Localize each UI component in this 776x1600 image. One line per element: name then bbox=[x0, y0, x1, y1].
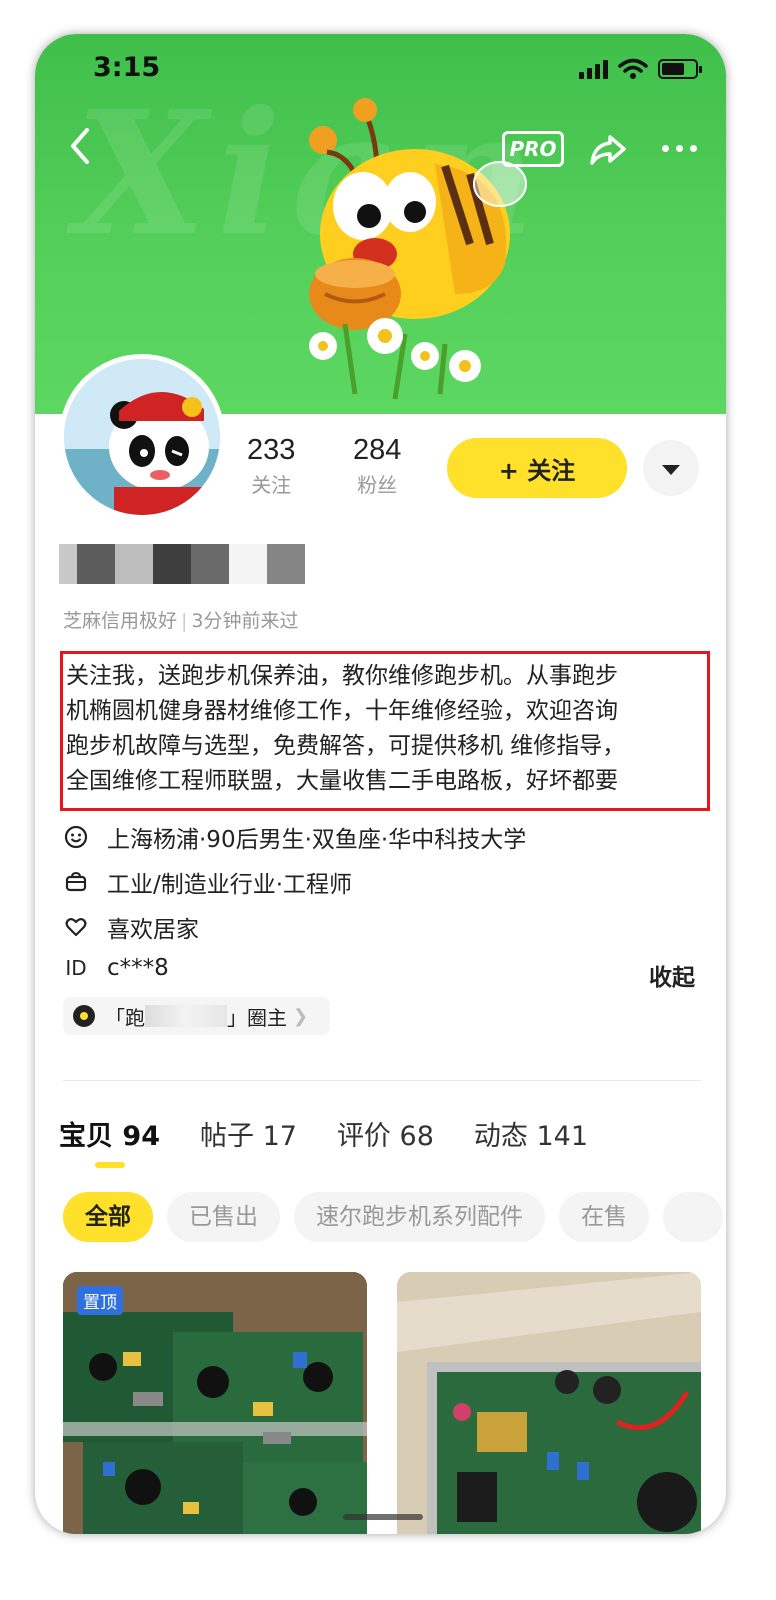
circle-tag-prefix: 「跑 bbox=[105, 1005, 145, 1030]
last-seen: 3分钟前来过 bbox=[191, 610, 299, 632]
follow-button[interactable]: + 关注 bbox=[447, 438, 627, 498]
following-count: 233 bbox=[247, 434, 296, 466]
status-time: 3:15 bbox=[93, 52, 161, 83]
divider bbox=[63, 1080, 701, 1081]
chevron-right-icon: ❯ bbox=[293, 1005, 309, 1027]
nickname-redacted bbox=[59, 544, 309, 584]
dropdown-button[interactable] bbox=[643, 440, 699, 496]
pinned-badge: 置顶 bbox=[77, 1286, 123, 1315]
chip-sold[interactable]: 已售出 bbox=[167, 1192, 280, 1242]
circle-icon bbox=[73, 1005, 95, 1027]
circle-tag-suffix: 」圈主 bbox=[227, 1005, 287, 1030]
phone-screen: Xian 3:15 PRO 233 关注 284 粉丝 + 关注 芝麻信用极好 … bbox=[35, 34, 726, 1534]
content-tabs: 宝贝 94 帖子 17 评价 68 动态 141 bbox=[59, 1114, 588, 1153]
bio-text: 关注我，送跑步机保养油，教你维修跑步机。从事跑步 机椭圆机健身器材维修工作，十年… bbox=[60, 651, 710, 811]
briefcase-icon bbox=[63, 869, 89, 895]
wifi-icon bbox=[618, 58, 648, 79]
followers-count: 284 bbox=[353, 434, 402, 466]
product-card[interactable] bbox=[397, 1272, 701, 1534]
followers-label: 粉丝 bbox=[357, 473, 398, 497]
bio-line: 机椭圆机健身器材维修工作，十年维修经验，欢迎咨询 bbox=[66, 698, 618, 724]
profile-info-text: 上海杨浦·90后男生·双鱼座·华中科技大学 bbox=[107, 827, 527, 853]
avatar[interactable] bbox=[59, 354, 225, 520]
circuit-board-photo bbox=[397, 1272, 701, 1534]
heart-icon bbox=[63, 914, 89, 940]
tab-activity[interactable]: 动态 141 bbox=[474, 1114, 588, 1153]
followers-stat[interactable]: 284 粉丝 bbox=[353, 434, 401, 498]
id-label: ID bbox=[65, 956, 87, 980]
hobby-info-row: 喜欢居家 bbox=[63, 910, 199, 944]
hobby-info-text: 喜欢居家 bbox=[107, 917, 199, 943]
more-options-icon[interactable] bbox=[662, 138, 702, 158]
following-label: 关注 bbox=[251, 473, 292, 497]
status-icons bbox=[579, 56, 702, 82]
circle-owner-tag[interactable]: 「跑 」圈主 ❯ bbox=[63, 997, 331, 1035]
back-arrow-icon[interactable] bbox=[65, 126, 95, 166]
id-info-row: ID c***8 bbox=[63, 955, 169, 981]
circle-name-redacted bbox=[145, 1005, 227, 1027]
tab-posts[interactable]: 帖子 17 bbox=[200, 1114, 297, 1153]
smiley-icon bbox=[63, 824, 89, 850]
industry-info-row: 工业/制造业行业·工程师 bbox=[63, 865, 352, 899]
chip-more[interactable] bbox=[663, 1192, 723, 1242]
product-card[interactable]: 置顶 bbox=[63, 1272, 367, 1534]
following-stat[interactable]: 233 关注 bbox=[247, 434, 295, 498]
chip-all[interactable]: 全部 bbox=[63, 1192, 153, 1242]
credit-line: 芝麻信用极好 | 3分钟前来过 bbox=[63, 610, 299, 632]
bio-line: 关注我，送跑步机保养油，教你维修跑步机。从事跑步 bbox=[66, 663, 618, 689]
bio-line: 跑步机故障与选型，免费解答，可提供移机 维修指导， bbox=[66, 733, 626, 759]
panda-avatar-icon bbox=[64, 359, 220, 515]
tab-items[interactable]: 宝贝 94 bbox=[59, 1114, 160, 1153]
chip-category[interactable]: 速尔跑步机系列配件 bbox=[294, 1192, 545, 1242]
pro-badge[interactable]: PRO bbox=[502, 131, 564, 167]
filter-chips: 全部 已售出 速尔跑步机系列配件 在售 bbox=[63, 1192, 723, 1242]
battery-icon bbox=[658, 59, 702, 79]
share-icon[interactable] bbox=[588, 129, 628, 169]
id-value: c***8 bbox=[107, 955, 169, 981]
home-indicator bbox=[343, 1514, 423, 1520]
bio-line: 全国维修工程师联盟，大量收售二手电路板，好坏都要 bbox=[66, 768, 618, 794]
profile-info-row: 上海杨浦·90后男生·双鱼座·华中科技大学 bbox=[63, 820, 526, 854]
collapse-button[interactable]: 收起 bbox=[649, 958, 695, 992]
chip-on-sale[interactable]: 在售 bbox=[559, 1192, 649, 1242]
signal-icon bbox=[579, 59, 608, 79]
tab-reviews[interactable]: 评价 68 bbox=[337, 1114, 434, 1153]
industry-info-text: 工业/制造业行业·工程师 bbox=[107, 872, 353, 898]
active-tab-indicator bbox=[95, 1162, 125, 1168]
caret-down-icon bbox=[662, 465, 680, 475]
credit-score: 芝麻信用极好 bbox=[63, 610, 178, 632]
